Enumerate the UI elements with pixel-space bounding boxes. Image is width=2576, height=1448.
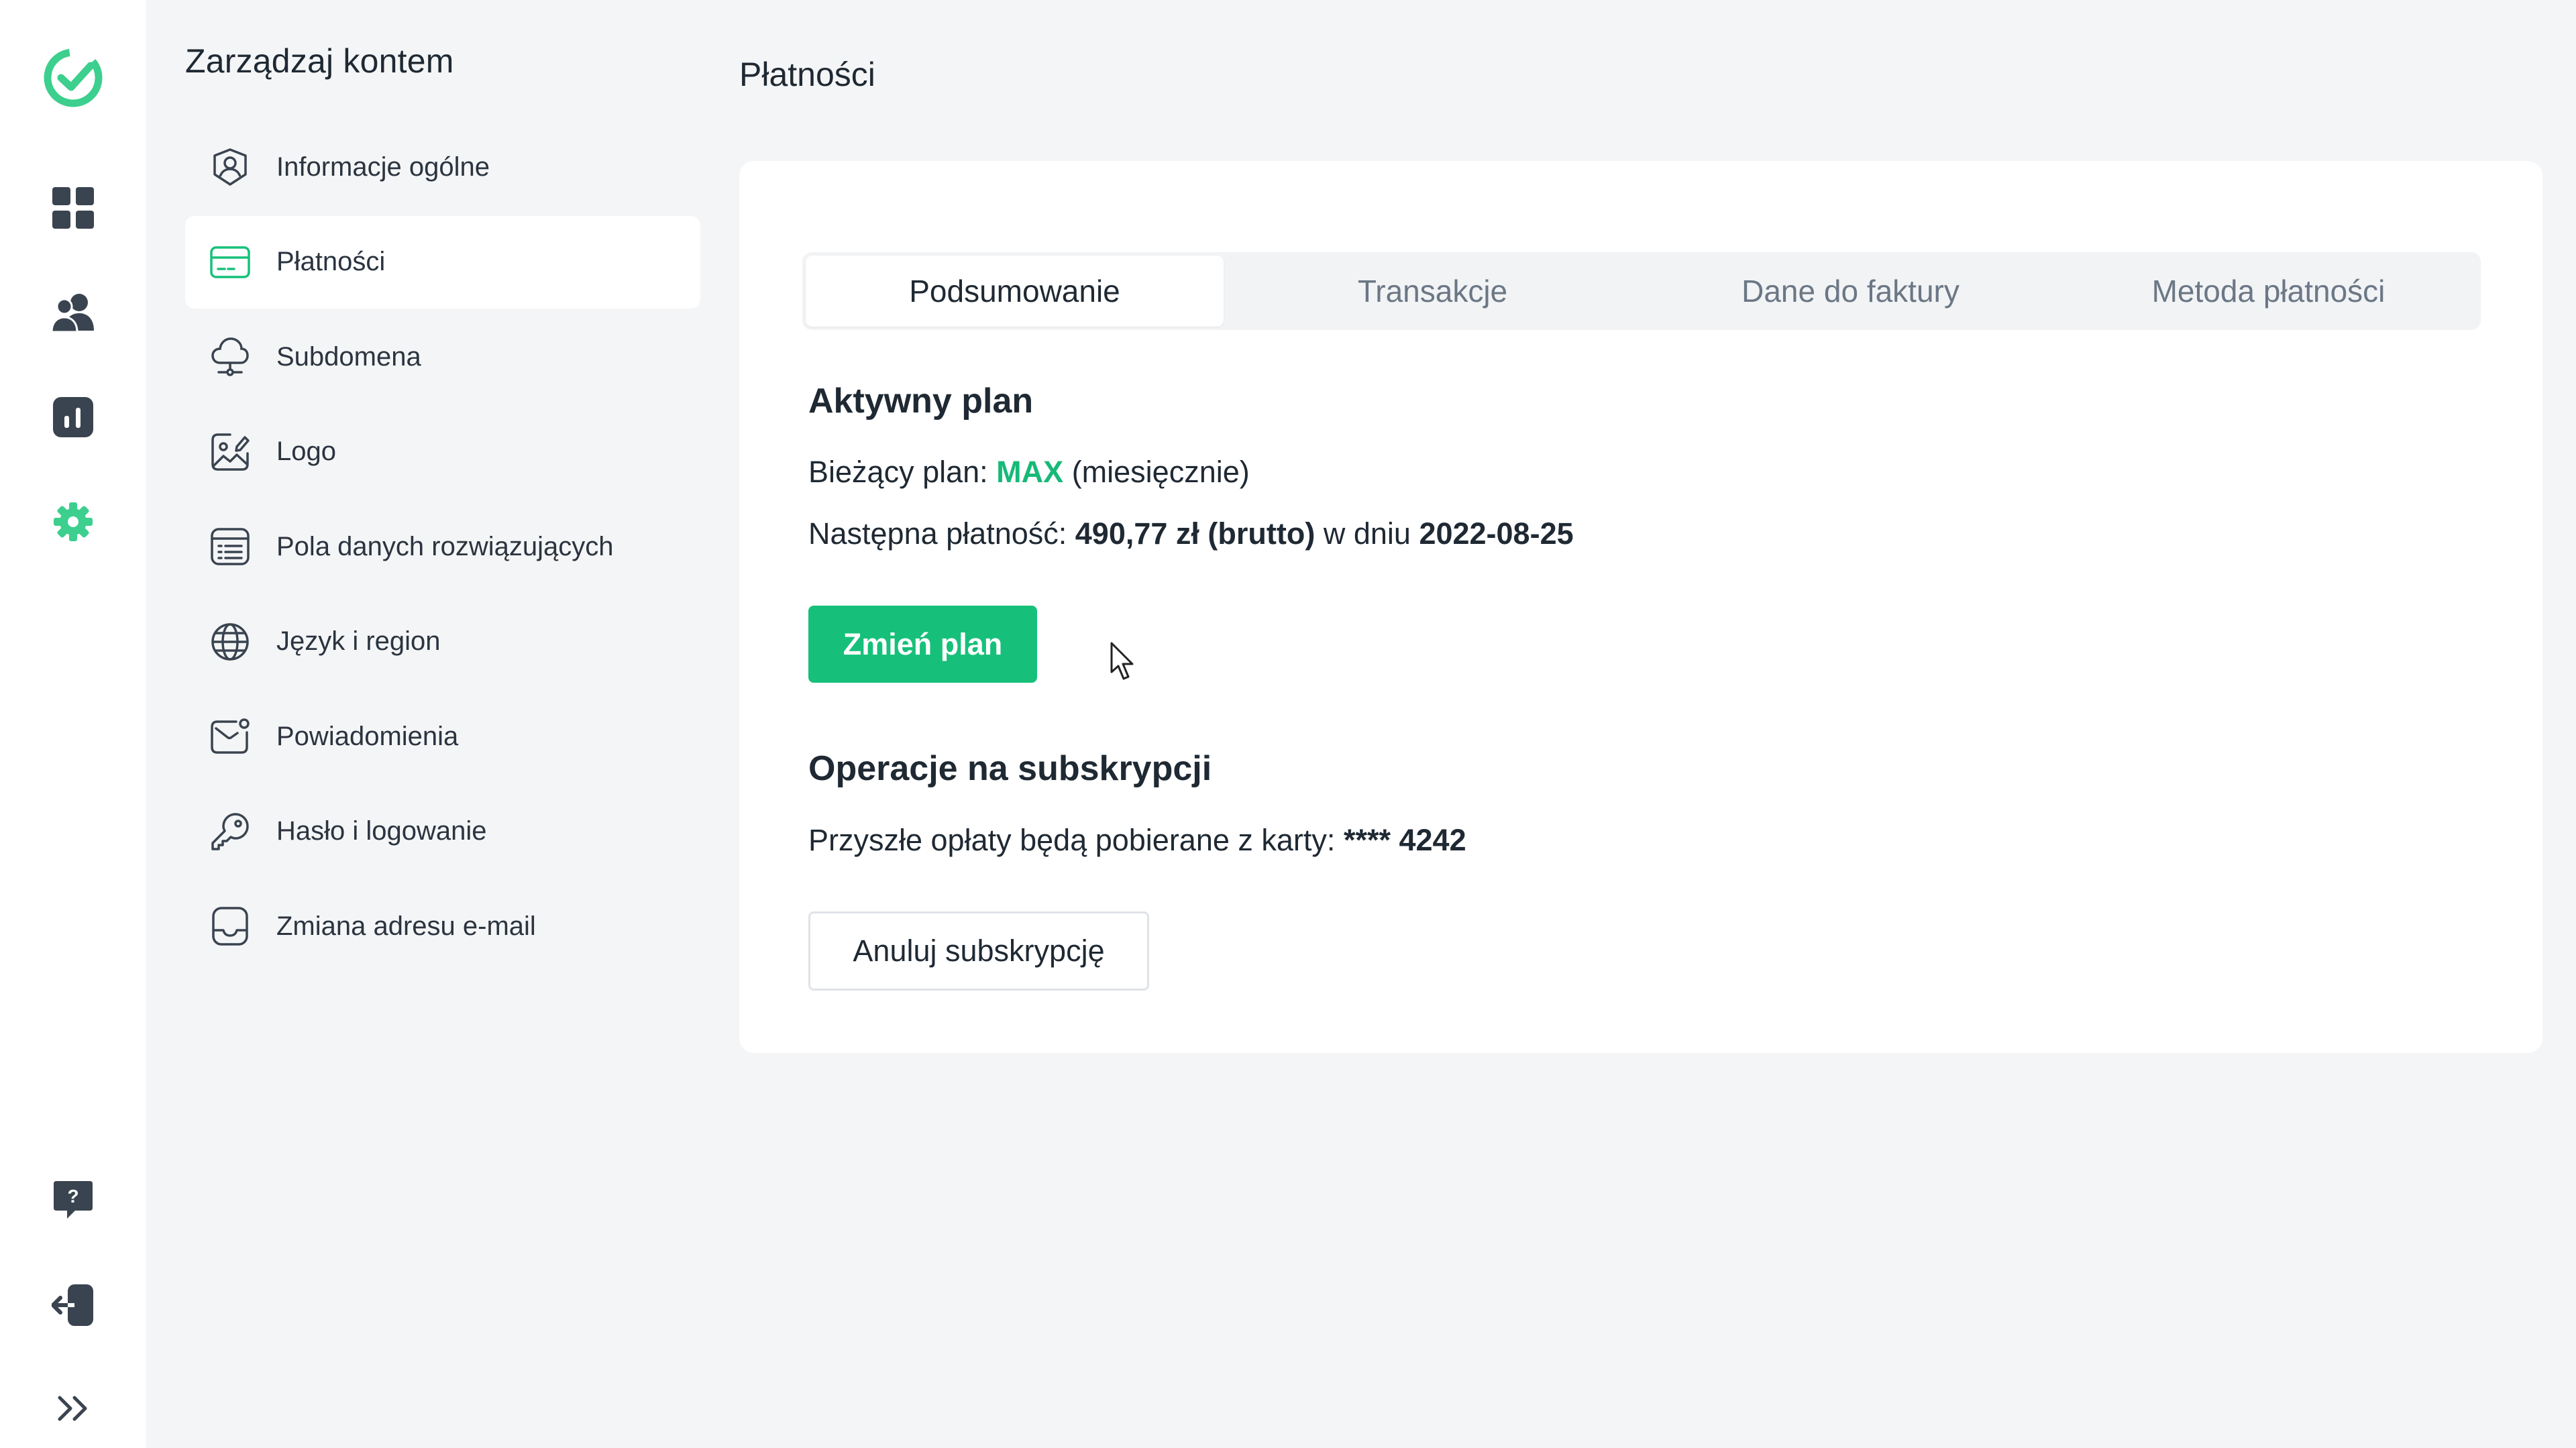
dashboard-grid-icon[interactable]	[40, 174, 107, 241]
active-plan-heading: Aktywny plan	[808, 382, 1034, 421]
icon-rail: ?	[0, 0, 146, 1448]
next-payment-date: 2022-08-25	[1419, 516, 1574, 551]
menu-item-solver-data-fields[interactable]: Pola danych rozwiązujących	[185, 500, 700, 593]
menu-item-label: Logo	[276, 437, 336, 466]
app-root: ? Zarządzaj kontem Informacje ogólne Pła…	[0, 0, 2576, 1448]
subscription-heading: Operacje na subskrypcji	[808, 749, 1212, 788]
menu-item-label: Płatności	[276, 247, 386, 276]
card-info-line: Przyszłe opłaty będą pobierane z karty: …	[808, 823, 1466, 858]
menu-item-logo[interactable]: Logo	[185, 406, 700, 498]
menu-item-label: Hasło i logowanie	[276, 816, 487, 846]
globe-icon	[209, 621, 251, 663]
change-plan-button[interactable]: Zmień plan	[808, 606, 1037, 683]
tab-summary[interactable]: Podsumowanie	[806, 256, 1224, 327]
credit-card-icon	[209, 241, 251, 283]
cancel-subscription-button[interactable]: Anuluj subskrypcję	[808, 911, 1149, 991]
gear-icon[interactable]	[40, 488, 107, 555]
cloud-network-icon	[209, 336, 251, 378]
menu-item-label: Pola danych rozwiązujących	[276, 531, 614, 561]
menu-item-label: Zmiana adresu e-mail	[276, 911, 536, 941]
tab-invoice-data[interactable]: Dane do faktury	[1642, 256, 2059, 327]
menu-title: Zarządzaj kontem	[185, 42, 454, 80]
user-circle-icon	[209, 146, 251, 188]
tab-transactions[interactable]: Transakcje	[1224, 256, 1642, 327]
current-plan-label: Bieżący plan:	[808, 455, 988, 489]
mouse-cursor-icon	[1110, 642, 1134, 680]
image-edit-icon	[209, 431, 251, 473]
plan-period: (miesięcznie)	[1071, 455, 1250, 489]
menu-item-label: Informacje ogólne	[276, 152, 490, 182]
chevrons-right-icon[interactable]	[40, 1375, 107, 1442]
svg-text:?: ?	[67, 1186, 78, 1207]
menu-item-password-login[interactable]: Hasło i logowanie	[185, 785, 700, 878]
check-circle-logo-icon[interactable]	[40, 44, 107, 111]
key-icon	[209, 811, 251, 852]
tab-payment-method[interactable]: Metoda płatności	[2059, 256, 2477, 327]
card-info-label: Przyszłe opłaty będą pobierane z karty:	[808, 823, 1336, 857]
inbox-icon	[209, 905, 251, 947]
menu-item-general-info[interactable]: Informacje ogólne	[185, 121, 700, 213]
account-menu: Informacje ogólne Płatności Subdomena Lo…	[185, 121, 700, 975]
menu-item-label: Język i region	[276, 626, 441, 656]
payments-tabs: Podsumowanie Transakcje Dane do faktury …	[802, 252, 2481, 330]
bar-chart-icon[interactable]	[40, 384, 107, 451]
form-fields-icon	[209, 526, 251, 567]
mail-notification-icon	[209, 716, 251, 757]
next-payment-amount: 490,77 zł (brutto)	[1075, 516, 1316, 551]
date-connector: w dniu	[1323, 516, 1411, 551]
next-payment-label: Następna płatność:	[808, 516, 1067, 551]
payments-card: Podsumowanie Transakcje Dane do faktury …	[739, 161, 2542, 1053]
menu-item-notifications[interactable]: Powiadomienia	[185, 690, 700, 783]
next-payment-line: Następna płatność: 490,77 zł (brutto) w …	[808, 516, 1574, 551]
menu-item-email-change[interactable]: Zmiana adresu e-mail	[185, 880, 700, 972]
users-icon[interactable]	[40, 279, 107, 346]
current-plan-line: Bieżący plan: MAX (miesięcznie)	[808, 455, 1250, 490]
logout-icon[interactable]	[40, 1272, 107, 1339]
menu-item-label: Powiadomienia	[276, 721, 459, 751]
menu-item-language-region[interactable]: Język i region	[185, 596, 700, 688]
plan-name: MAX	[996, 455, 1064, 489]
page-title: Płatności	[739, 56, 875, 93]
menu-item-label: Subdomena	[276, 341, 421, 372]
help-chat-icon[interactable]: ?	[40, 1167, 107, 1234]
menu-item-subdomain[interactable]: Subdomena	[185, 311, 700, 403]
card-number: **** 4242	[1343, 823, 1466, 857]
menu-item-payments[interactable]: Płatności	[185, 215, 700, 309]
